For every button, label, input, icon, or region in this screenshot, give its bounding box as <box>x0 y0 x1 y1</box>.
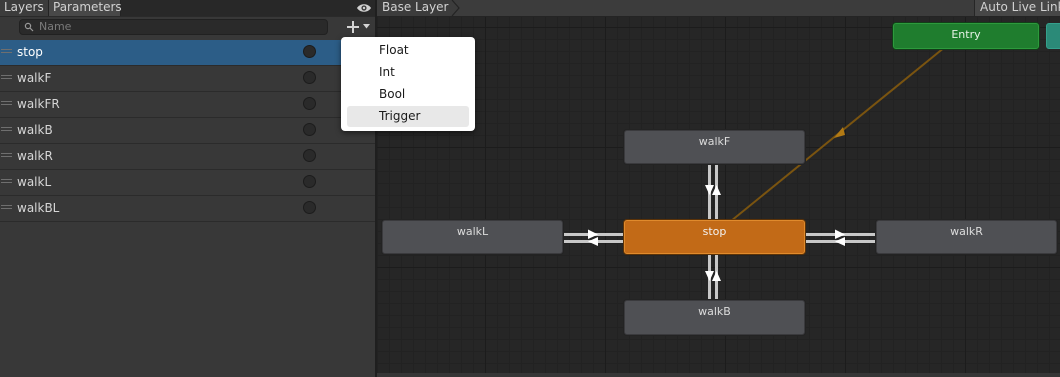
menu-item-bool[interactable]: Bool <box>347 84 469 105</box>
state-entry[interactable]: Entry <box>893 23 1039 49</box>
auto-live-link-toggle[interactable]: Auto Live Link <box>974 0 1060 16</box>
menu-item-trigger[interactable]: Trigger <box>347 106 469 127</box>
menu-item-float[interactable]: Float <box>347 40 469 61</box>
parameter-name[interactable]: walkF <box>17 66 51 91</box>
transition-stop-walkF[interactable] <box>705 163 721 220</box>
parameter-row-walkL[interactable]: walkL <box>0 170 375 196</box>
parameter-row-walkR[interactable]: walkR <box>0 144 375 170</box>
graph-header: Base Layer Auto Live Link <box>377 0 1060 17</box>
transition-stop-walkR[interactable] <box>805 229 876 247</box>
parameters-panel: Layers Parameters Name stop walkF walkFR… <box>0 0 375 377</box>
drag-handle-icon[interactable] <box>1 127 12 132</box>
graph-bottom-bar <box>377 373 1060 377</box>
parameter-name[interactable]: walkBL <box>17 196 59 221</box>
parameter-name[interactable]: stop <box>17 40 43 65</box>
state-stop-default[interactable]: stop <box>624 220 805 254</box>
menu-item-int[interactable]: Int <box>347 62 469 83</box>
tab-layers[interactable]: Layers <box>0 0 48 16</box>
drag-handle-icon[interactable] <box>1 49 12 54</box>
trigger-toggle[interactable] <box>303 201 316 214</box>
parameter-name[interactable]: walkL <box>17 170 51 195</box>
state-walkR[interactable]: walkR <box>876 220 1057 254</box>
parameter-name[interactable]: walkB <box>17 118 53 143</box>
state-walkL[interactable]: walkL <box>382 220 563 254</box>
parameter-row-walkF[interactable]: walkF <box>0 66 375 92</box>
parameter-row-walkBL[interactable]: walkBL <box>0 196 375 222</box>
panel-tabs: Layers Parameters <box>0 0 375 16</box>
drag-handle-icon[interactable] <box>1 101 12 106</box>
breadcrumb-chevron-icon <box>451 0 460 16</box>
drag-handle-icon[interactable] <box>1 205 12 210</box>
parameter-type-menu: Float Int Bool Trigger <box>341 37 475 131</box>
parameter-row-walkB[interactable]: walkB <box>0 118 375 144</box>
drag-handle-icon[interactable] <box>1 75 12 80</box>
trigger-toggle[interactable] <box>303 71 316 84</box>
trigger-toggle[interactable] <box>303 45 316 58</box>
state-any-state[interactable] <box>1046 23 1060 49</box>
add-parameter-button[interactable] <box>344 18 374 36</box>
search-input[interactable]: Name <box>19 19 328 35</box>
transition-stop-walkL[interactable] <box>563 229 624 247</box>
trigger-toggle[interactable] <box>303 97 316 110</box>
drag-handle-icon[interactable] <box>1 153 12 158</box>
state-walkF[interactable]: walkF <box>624 130 805 164</box>
search-placeholder: Name <box>39 20 72 33</box>
plus-icon <box>347 21 359 33</box>
search-row: Name <box>0 16 375 41</box>
parameter-row-stop[interactable]: stop <box>0 40 375 66</box>
state-walkB[interactable]: walkB <box>624 300 805 335</box>
parameter-name[interactable]: walkR <box>17 144 53 169</box>
trigger-toggle[interactable] <box>303 175 316 188</box>
dropdown-arrow-icon <box>363 24 370 29</box>
parameter-row-walkFR[interactable]: walkFR <box>0 92 375 118</box>
eye-icon[interactable] <box>356 1 372 15</box>
parameter-name[interactable]: walkFR <box>17 92 60 117</box>
transition-stop-walkB[interactable] <box>705 255 721 300</box>
trigger-toggle[interactable] <box>303 149 316 162</box>
tab-parameters[interactable]: Parameters <box>48 0 122 16</box>
transition-arrow-icon <box>834 127 845 138</box>
search-icon <box>24 22 34 32</box>
drag-handle-icon[interactable] <box>1 179 12 184</box>
trigger-toggle[interactable] <box>303 123 316 136</box>
